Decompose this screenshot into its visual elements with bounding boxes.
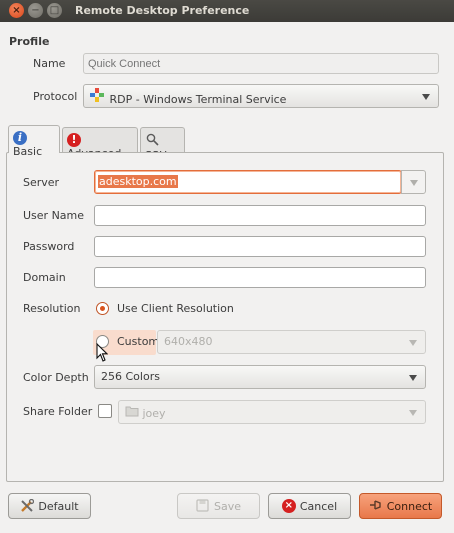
- basic-tab-panel: [6, 152, 444, 482]
- maximize-window-button[interactable]: □: [47, 3, 62, 18]
- close-window-button[interactable]: ×: [9, 3, 24, 18]
- domain-label: Domain: [23, 271, 66, 284]
- protocol-value: RDP - Windows Terminal Service: [109, 93, 287, 106]
- custom-resolution-value: 640x480: [164, 335, 213, 348]
- use-client-resolution-label: Use Client Resolution: [117, 302, 234, 315]
- connect-button[interactable]: Connect: [359, 493, 442, 519]
- chevron-down-icon: [409, 375, 417, 381]
- profile-heading: Profile: [9, 35, 50, 48]
- color-depth-dropdown[interactable]: 256 Colors: [94, 365, 426, 389]
- custom-resolution-label: Custom: [117, 335, 160, 348]
- tab-basic[interactable]: i Basic: [8, 125, 60, 158]
- connect-icon: [369, 499, 383, 513]
- chevron-down-icon: [422, 94, 430, 100]
- folder-icon: [125, 405, 139, 419]
- resolution-label: Resolution: [23, 302, 81, 315]
- protocol-label: Protocol: [33, 90, 78, 103]
- server-value: adesktop.com: [98, 175, 178, 188]
- tab-ssh[interactable]: SSH: [140, 127, 185, 162]
- share-folder-value: joey: [142, 407, 166, 420]
- server-history-dropdown[interactable]: [401, 170, 426, 194]
- custom-resolution-dropdown[interactable]: 640x480: [157, 330, 426, 354]
- default-button-label: Default: [38, 499, 79, 513]
- cancel-icon: ×: [281, 499, 296, 513]
- minimize-window-button[interactable]: −: [28, 3, 43, 18]
- save-button[interactable]: Save: [177, 493, 260, 519]
- name-label: Name: [33, 57, 66, 70]
- info-icon: i: [13, 131, 27, 145]
- share-folder-label: Share Folder: [23, 405, 93, 418]
- magnifier-icon: [145, 133, 159, 147]
- tab-basic-label: Basic: [13, 145, 43, 158]
- mouse-cursor-icon: [96, 343, 108, 362]
- default-button[interactable]: Default: [8, 493, 91, 519]
- chevron-down-icon: [409, 340, 417, 346]
- rdp-protocol-icon: [90, 88, 104, 102]
- cancel-button[interactable]: × Cancel: [268, 493, 351, 519]
- warning-icon: !: [67, 133, 81, 147]
- protocol-dropdown[interactable]: RDP - Windows Terminal Service: [83, 84, 439, 108]
- name-field[interactable]: [83, 53, 439, 74]
- domain-input[interactable]: [94, 267, 426, 288]
- chevron-down-icon: [409, 410, 417, 416]
- server-input[interactable]: adesktop.com: [94, 170, 402, 194]
- minimize-icon: −: [31, 5, 40, 16]
- share-folder-dropdown[interactable]: joey: [118, 400, 426, 424]
- color-depth-label: Color Depth: [23, 371, 89, 384]
- tools-icon: [20, 498, 35, 513]
- server-label: Server: [23, 176, 60, 189]
- color-depth-value: 256 Colors: [101, 370, 160, 383]
- cancel-button-label: Cancel: [299, 499, 338, 513]
- maximize-icon: □: [49, 5, 60, 16]
- close-icon: ×: [12, 5, 21, 16]
- save-button-label: Save: [213, 499, 241, 513]
- use-client-resolution-radio[interactable]: [96, 302, 109, 315]
- share-folder-checkbox[interactable]: [98, 404, 112, 418]
- password-label: Password: [23, 240, 75, 253]
- chevron-down-icon: [410, 180, 418, 186]
- save-icon: [196, 499, 210, 513]
- connect-button-label: Connect: [386, 499, 433, 513]
- username-label: User Name: [23, 209, 85, 222]
- window-title: Remote Desktop Preference: [75, 4, 250, 17]
- username-input[interactable]: [94, 205, 426, 226]
- password-input[interactable]: [94, 236, 426, 257]
- title-bar: × − □ Remote Desktop Preference: [0, 0, 454, 22]
- tab-advanced[interactable]: ! Advanced: [62, 127, 138, 160]
